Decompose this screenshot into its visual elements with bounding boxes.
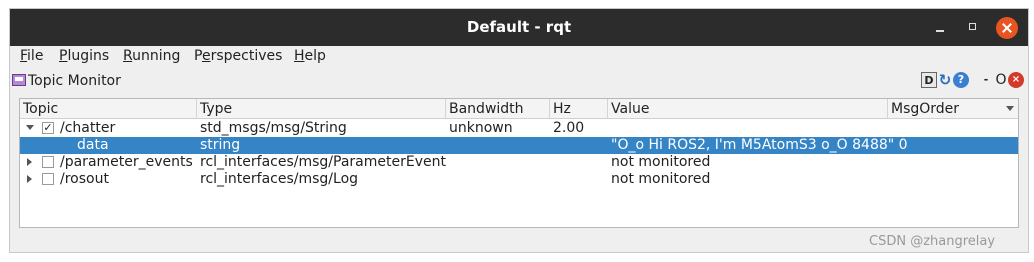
menu-bar: File Plugins Running Perspectives Help (10, 46, 1028, 69)
title-bar[interactable]: Default - rqt (10, 9, 1028, 46)
table-row[interactable]: data string "O_o Hi ROS2, I'm M5AtomS3 o… (20, 137, 1018, 154)
expand-arrow-icon[interactable] (27, 175, 32, 183)
minimize-plugin-button[interactable]: - (978, 72, 994, 88)
topic-name: /rosout (60, 171, 109, 187)
watermark: CSDN @zhangrelay (869, 234, 996, 249)
table-header: Topic Type Bandwidth Hz Value MsgOrder (20, 99, 1018, 119)
table-row[interactable]: /rosout rcl_interfaces/msg/Log not monit… (20, 171, 1018, 188)
close-plugin-icon[interactable]: × (1008, 72, 1024, 88)
topic-bandwidth: unknown (449, 120, 513, 136)
menu-file[interactable]: File (20, 48, 43, 64)
monitor-checkbox[interactable] (42, 173, 54, 185)
rqt-window: Default - rqt File Plugins Running Persp… (9, 8, 1029, 253)
table-row[interactable]: /parameter_events rcl_interfaces/msg/Par… (20, 154, 1018, 171)
field-name: data (77, 137, 109, 153)
table-row[interactable]: ✓ /chatter std_msgs/msg/String unknown 2… (20, 120, 1018, 137)
column-bandwidth[interactable]: Bandwidth (446, 99, 550, 119)
field-value: "O_o Hi ROS2, I'm M5AtomS3 o_O 8488" 0 (611, 137, 908, 153)
window-title: Default - rqt (466, 18, 572, 36)
menu-plugins[interactable]: Plugins (59, 48, 109, 64)
help-icon[interactable]: ? (953, 72, 969, 88)
monitor-checkbox[interactable] (42, 156, 54, 168)
column-msgorder-label: MsgOrder (891, 101, 960, 117)
maximize-button[interactable] (963, 17, 985, 39)
close-button[interactable] (996, 17, 1018, 39)
column-msgorder[interactable]: MsgOrder (888, 99, 1018, 119)
topic-name: /chatter (60, 120, 116, 136)
topic-tree[interactable]: Topic Type Bandwidth Hz Value MsgOrder ✓… (19, 98, 1019, 228)
plugin-title: Topic Monitor (28, 73, 121, 89)
expand-arrow-icon[interactable] (27, 158, 32, 166)
topic-hz: 2.00 (553, 120, 585, 136)
reload-icon[interactable]: ↻ (937, 72, 953, 88)
column-topic[interactable]: Topic (20, 99, 197, 119)
topic-value: not monitored (611, 154, 711, 170)
sort-indicator-icon (1006, 106, 1014, 111)
topic-type: rcl_interfaces/msg/ParameterEvent (200, 154, 446, 170)
topic-type: rcl_interfaces/msg/Log (200, 171, 359, 187)
topic-type: std_msgs/msg/String (200, 120, 347, 136)
dock-toggle-icon[interactable]: D (921, 72, 937, 88)
menu-help[interactable]: Help (294, 48, 326, 64)
minimize-button[interactable] (930, 17, 952, 39)
topic-name: /parameter_events (60, 154, 193, 170)
float-plugin-button[interactable]: O (993, 72, 1009, 88)
topic-monitor-icon (12, 74, 26, 86)
field-type: string (200, 137, 241, 153)
column-hz[interactable]: Hz (550, 99, 608, 119)
menu-running[interactable]: Running (123, 48, 180, 64)
column-type[interactable]: Type (197, 99, 446, 119)
topic-value: not monitored (611, 171, 711, 187)
column-value[interactable]: Value (608, 99, 888, 119)
monitor-checkbox[interactable]: ✓ (42, 122, 54, 134)
menu-perspectives[interactable]: Perspectives (194, 48, 282, 64)
plugin-header: Topic Monitor D ↻ ? - O × (10, 71, 1028, 93)
collapse-arrow-icon[interactable] (26, 125, 34, 130)
